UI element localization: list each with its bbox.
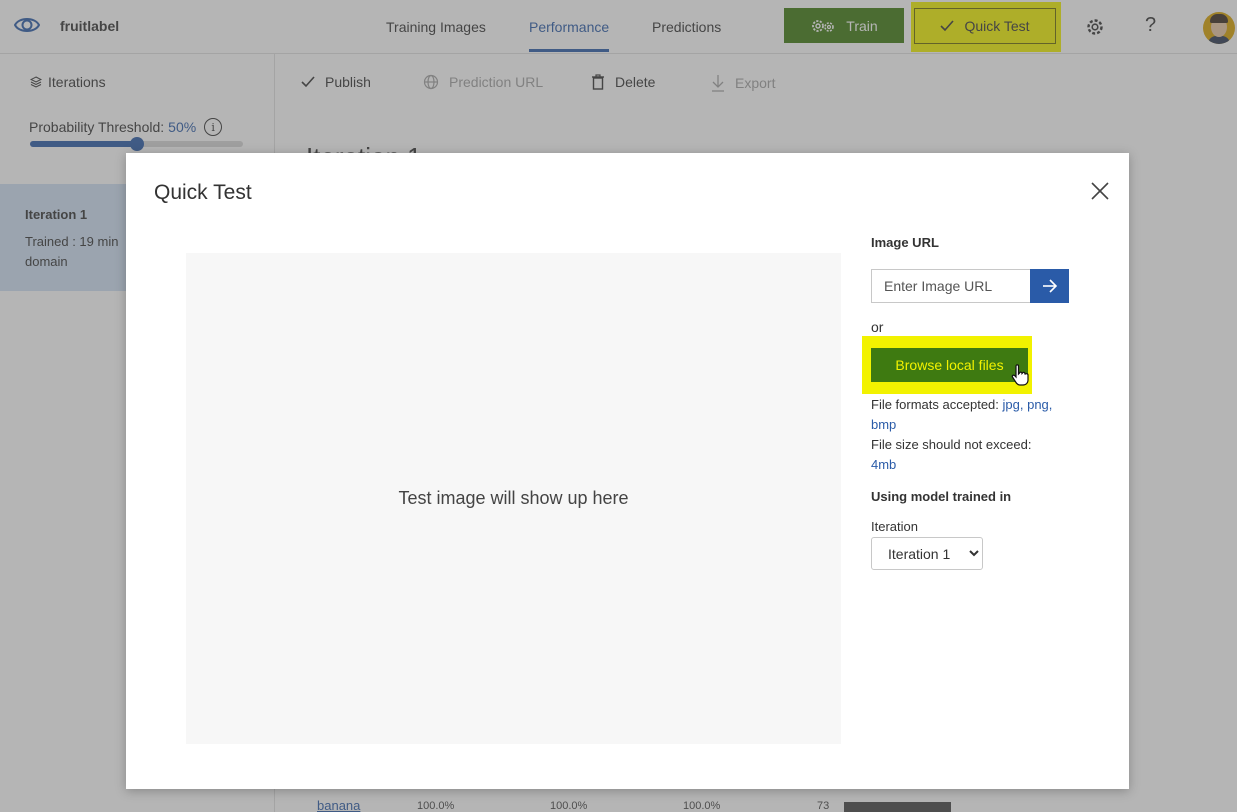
size-value: 4mb — [871, 457, 897, 472]
browse-local-files-button[interactable]: Browse local files — [871, 348, 1028, 382]
model-label: Using model trained in — [871, 489, 1012, 504]
hand-cursor-icon — [1011, 364, 1029, 386]
close-icon[interactable] — [1089, 180, 1111, 202]
image-url-input[interactable] — [871, 269, 1030, 303]
size-info: File size should not exceed: 4mb — [871, 435, 1071, 475]
size-prefix: File size should not exceed: — [871, 437, 1032, 452]
image-preview-area: Test image will show up here — [186, 253, 841, 744]
arrow-right-icon — [1042, 279, 1057, 293]
image-url-label: Image URL — [871, 235, 939, 250]
dialog-title: Quick Test — [154, 181, 252, 204]
iteration-label: Iteration — [871, 519, 918, 534]
formats-info: File formats accepted: jpg, png, bmp — [871, 395, 1071, 435]
preview-placeholder: Test image will show up here — [398, 488, 629, 508]
quick-test-dialog: Quick Test Test image will show up here … — [126, 153, 1129, 789]
iteration-select[interactable]: Iteration 1 — [871, 537, 983, 570]
submit-url-button[interactable] — [1030, 269, 1069, 303]
formats-prefix: File formats accepted: — [871, 397, 999, 412]
or-separator: or — [871, 319, 884, 335]
browse-label: Browse local files — [895, 357, 1004, 373]
